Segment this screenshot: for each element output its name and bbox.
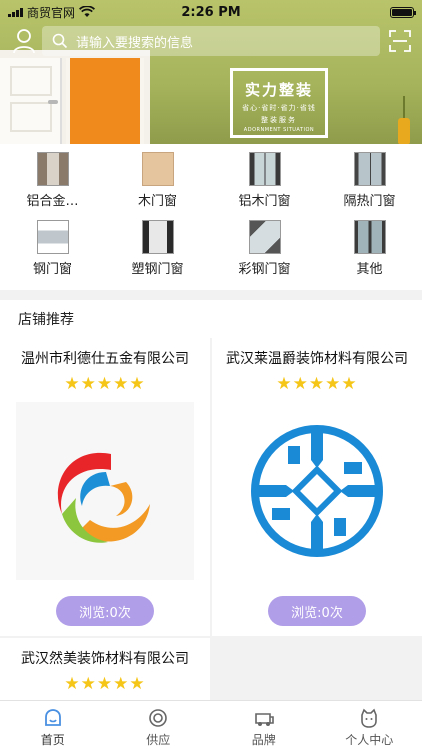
steel-door-thumb — [36, 220, 69, 254]
shop-card[interactable]: 武汉莱温爵装饰材料有限公司 ★★★★★ 浏览:0次 — [212, 338, 422, 636]
banner-door-knob — [48, 100, 58, 104]
category-label: 其他 — [356, 262, 383, 277]
brand-icon — [254, 713, 274, 726]
user-icon[interactable] — [12, 28, 36, 54]
category-item[interactable]: 塑钢门窗 — [105, 220, 210, 277]
banner-vase — [398, 118, 410, 144]
aluminum-door-thumb — [36, 152, 69, 186]
shop-card[interactable]: 温州市利德仕五金有限公司 ★★★★★ 浏览:0次 — [0, 338, 210, 636]
search-placeholder[interactable]: 请输入要搜索的信息 — [76, 32, 193, 51]
profile-icon — [361, 708, 378, 728]
category-label: 彩钢门窗 — [238, 262, 291, 277]
plastic-steel-door-thumb — [141, 220, 174, 254]
shop-grid: 温州市利德仕五金有限公司 ★★★★★ 浏览:0次 武汉莱温爵装饰材料有限公司 ★… — [0, 338, 422, 700]
tab-profile[interactable]: 个人中心 — [317, 701, 422, 750]
category-label: 木门窗 — [137, 194, 177, 209]
category-label: 铝合金… — [26, 194, 79, 209]
banner-line1: 省心·省时·省力·省钱 — [242, 104, 316, 112]
shop-name: 武汉然美装饰材料有限公司 — [21, 651, 189, 667]
category-label: 铝木门窗 — [238, 194, 291, 209]
views-button[interactable]: 浏览:0次 — [56, 596, 154, 626]
search-bar[interactable]: 请输入要搜索的信息 — [42, 26, 380, 56]
supply-icon — [149, 709, 168, 727]
rating-stars: ★★★★★ — [64, 374, 146, 394]
banner-plant-stem — [403, 96, 405, 120]
wood-door-thumb — [141, 152, 174, 186]
category-item[interactable]: 隔热门窗 — [317, 152, 422, 209]
shop-card[interactable]: 武汉然美装饰材料有限公司 ★★★★★ — [0, 638, 210, 700]
status-bar: 商贸官网 2:26 PM — [0, 0, 422, 24]
tab-label: 供应 — [146, 733, 171, 747]
category-item[interactable]: 彩钢门窗 — [212, 220, 317, 277]
top-bar: 请输入要搜索的信息 — [0, 26, 422, 56]
scan-icon[interactable] — [388, 29, 412, 53]
category-item[interactable]: 铝合金… — [0, 152, 105, 209]
aluminum-wood-door-thumb — [248, 152, 281, 186]
shop-name: 温州市利德仕五金有限公司 — [21, 351, 189, 367]
shop-logo — [228, 402, 406, 580]
banner-title: 实力整装 — [244, 81, 313, 99]
other-door-thumb — [353, 220, 386, 254]
views-button[interactable]: 浏览:0次 — [268, 596, 366, 626]
tab-home[interactable]: 首页 — [0, 701, 106, 750]
shop-name: 武汉莱温爵装饰材料有限公司 — [226, 351, 408, 367]
wifi-icon — [79, 6, 96, 17]
battery-icon — [390, 6, 416, 18]
search-icon — [52, 33, 68, 49]
category-label: 钢门窗 — [32, 262, 72, 277]
tab-bar: 首页 供应 品牌 个人中心 — [0, 700, 422, 750]
banner-line3: ADORNMENT SITUATION — [243, 127, 315, 133]
category-item[interactable]: 其他 — [317, 220, 422, 277]
tab-label: 品牌 — [251, 733, 276, 747]
category-grid: 铝合金… 木门窗 铝木门窗 隔热门窗 钢门窗 塑钢门窗 彩钢门窗 其他 — [0, 144, 422, 290]
category-label: 隔热门窗 — [343, 194, 396, 209]
signal-icon — [8, 7, 23, 17]
section-title: 店铺推荐 — [0, 300, 422, 338]
tab-label: 个人中心 — [345, 733, 394, 747]
banner-line2: 整装服务 — [261, 116, 297, 124]
home-icon — [44, 709, 61, 726]
thermal-door-thumb — [353, 152, 386, 186]
banner-orange-door — [66, 58, 144, 144]
rating-stars: ★★★★★ — [276, 374, 358, 394]
tab-brand[interactable]: 品牌 — [211, 701, 317, 750]
category-item[interactable]: 木门窗 — [105, 152, 210, 209]
shops-heading: 店铺推荐 — [18, 312, 74, 328]
category-label: 塑钢门窗 — [131, 262, 184, 277]
banner-sign: 实力整装 省心·省时·省力·省钱 整装服务 ADORNMENT SITUATIO… — [230, 68, 328, 138]
category-item[interactable]: 钢门窗 — [0, 220, 105, 277]
tab-label: 首页 — [40, 733, 65, 747]
carrier-name: 商贸官网 — [27, 5, 76, 20]
color-steel-door-thumb — [248, 220, 281, 254]
rating-stars: ★★★★★ — [64, 674, 146, 694]
tab-supply[interactable]: 供应 — [106, 701, 212, 750]
status-time: 2:26 PM — [181, 4, 241, 20]
shop-logo — [16, 402, 194, 580]
category-item[interactable]: 铝木门窗 — [212, 152, 317, 209]
